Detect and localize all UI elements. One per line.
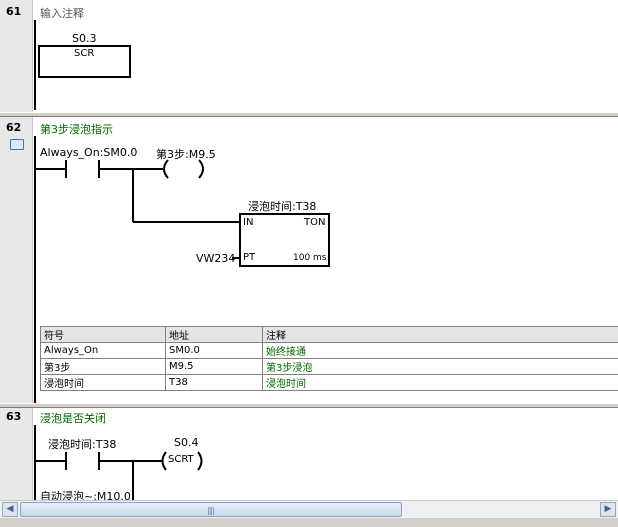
- symbol-table-header: 符号 地址 注释: [40, 326, 618, 343]
- table-row: 第3步 M9.5 第3步浸泡: [40, 358, 618, 375]
- network-separator: [0, 403, 618, 408]
- coil-left-arc: [161, 451, 167, 471]
- timer-name[interactable]: 浸泡时间:T38: [248, 198, 316, 214]
- horizontal-scrollbar[interactable]: ◀ |||| ▶: [0, 500, 618, 518]
- table-row: Always_On SM0.0 始终接通: [40, 342, 618, 359]
- timer-type-label: TON: [304, 217, 326, 228]
- comment-cell: 始终接通: [262, 342, 618, 359]
- table-row: 浸泡时间 T38 浸泡时间: [40, 374, 618, 391]
- address-cell: SM0.0: [165, 342, 263, 359]
- address-cell: M9.5: [165, 358, 263, 375]
- pt-operand[interactable]: VW234: [196, 252, 235, 265]
- timer-pt-label: PT: [243, 252, 256, 263]
- symbol-table: 符号 地址 注释 Always_On SM0.0 始终接通 第3步 M9.5 第…: [40, 326, 618, 391]
- status-strip: [0, 518, 618, 527]
- coil-label: SCRT: [168, 454, 194, 465]
- address-cell: T38: [165, 374, 263, 391]
- symbol-cell: Always_On: [40, 342, 166, 359]
- coil-right-arc: [197, 451, 203, 471]
- scroll-right-icon[interactable]: ▶: [600, 502, 616, 517]
- coil-right-arc: [198, 159, 204, 179]
- comment-cell: 第3步浸泡: [262, 358, 618, 375]
- timer-in-label: IN: [243, 217, 254, 228]
- symbol-cell: 第3步: [40, 358, 166, 375]
- grip-icon: ||||: [207, 506, 215, 515]
- col-comment: 注释: [262, 326, 618, 343]
- timer-resolution: 100 ms: [293, 253, 327, 263]
- symbol-cell: 浸泡时间: [40, 374, 166, 391]
- scroll-thumb[interactable]: ||||: [20, 502, 402, 517]
- col-address: 地址: [165, 326, 263, 343]
- scroll-left-icon[interactable]: ◀: [2, 502, 18, 517]
- col-symbol: 符号: [40, 326, 166, 343]
- coil-left-arc: [163, 159, 169, 179]
- comment-cell: 浸泡时间: [262, 374, 618, 391]
